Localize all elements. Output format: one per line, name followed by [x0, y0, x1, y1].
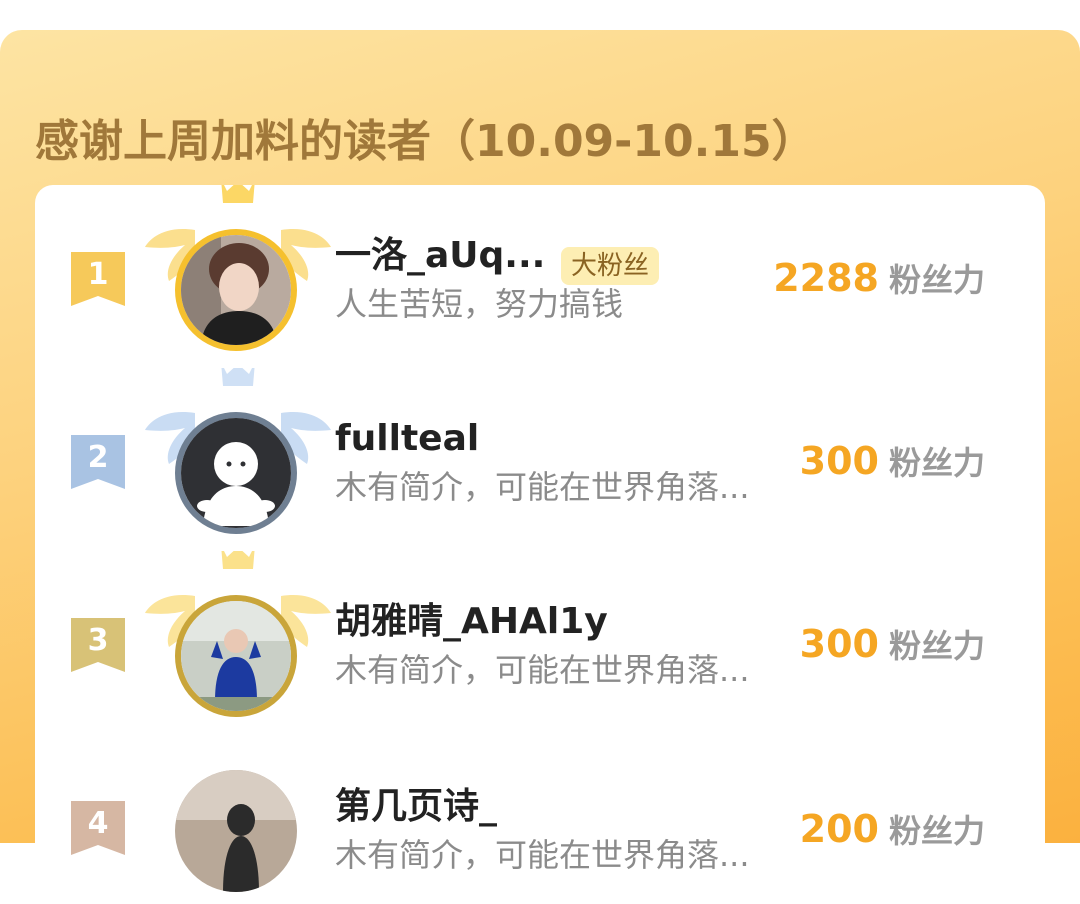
- avatar[interactable]: [175, 412, 297, 534]
- fan-power-value: 300: [799, 622, 879, 666]
- page-title: 感谢上周加料的读者（10.09-10.15）: [35, 116, 816, 167]
- ranking-row[interactable]: 1 一洛_aUq... 大粉丝 人生苦短，努力搞钱 2288 粉丝力: [35, 185, 1045, 355]
- user-name[interactable]: 第几页诗_: [335, 784, 497, 830]
- fan-power: 2288 粉丝力: [773, 253, 985, 303]
- rank-badge: 2: [71, 435, 125, 489]
- user-bio: 木有简介，可能在世界角落...: [335, 651, 750, 689]
- rank-badge: 3: [71, 618, 125, 672]
- rank-badge: 1: [71, 252, 125, 306]
- fan-badge: 大粉丝: [561, 247, 660, 285]
- fan-power-unit: 粉丝力: [888, 812, 985, 850]
- fan-power-value: 200: [799, 807, 879, 851]
- user-bio: 人生苦短，努力搞钱: [335, 285, 624, 323]
- user-bio: 木有简介，可能在世界角落...: [335, 468, 750, 506]
- user-name[interactable]: 胡雅晴_AHAl1y: [335, 599, 608, 645]
- user-name[interactable]: fullteal: [335, 416, 479, 462]
- user-name[interactable]: 一洛_aUq...: [335, 233, 545, 279]
- ranking-row[interactable]: 2 fullteal 木有简介，可能在世界角落... 300 粉丝力: [35, 368, 1045, 538]
- avatar[interactable]: [175, 229, 297, 351]
- fan-power-unit: 粉丝力: [888, 444, 985, 482]
- rank-number: 4: [87, 806, 109, 841]
- avatar[interactable]: [175, 770, 297, 892]
- fan-power: 200 粉丝力: [800, 804, 985, 854]
- avatar[interactable]: [175, 595, 297, 717]
- rank-number: 3: [87, 623, 109, 658]
- fan-power: 300 粉丝力: [800, 436, 985, 486]
- fan-power-value: 300: [799, 439, 879, 483]
- fan-power-value: 2288: [773, 256, 879, 300]
- rank-badge: 4: [71, 801, 125, 855]
- rank-number: 1: [87, 257, 109, 292]
- fan-power: 300 粉丝力: [800, 619, 985, 669]
- user-bio: 木有简介，可能在世界角落...: [335, 836, 750, 874]
- fan-power-unit: 粉丝力: [888, 627, 985, 665]
- rank-number: 2: [87, 440, 109, 475]
- fan-power-unit: 粉丝力: [888, 261, 985, 299]
- ranking-row[interactable]: 4 第几页诗_ 木有简介，可能在世界角落... 200 粉丝力: [35, 744, 1045, 904]
- ranking-row[interactable]: 3 胡雅晴_AHAl1y 木有简介，可能在世界角落... 300 粉丝力: [35, 551, 1045, 721]
- ranking-list: 1 一洛_aUq... 大粉丝 人生苦短，努力搞钱 2288 粉丝力 2 ful…: [35, 185, 1045, 892]
